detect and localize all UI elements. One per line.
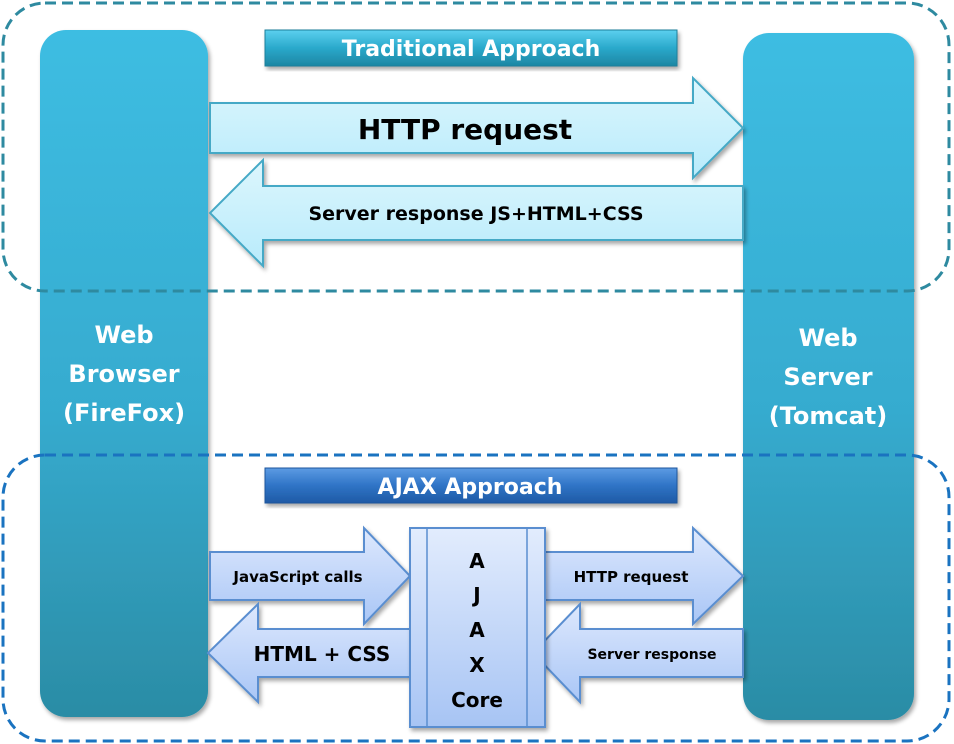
traditional-request-label: HTTP request — [358, 113, 572, 146]
web-server-node: Web Server (Tomcat) — [743, 33, 914, 720]
browser-label-line-3: (FireFox) — [63, 399, 185, 427]
web-browser-node: Web Browser (FireFox) — [40, 30, 208, 717]
ajax-core-word: Core — [451, 688, 503, 712]
ajax-core-letter-x: X — [469, 653, 485, 677]
ajax-core-letter-a1: A — [469, 549, 485, 573]
server-label-line-1: Web — [798, 324, 857, 352]
ajax-core-letter-j: J — [471, 583, 480, 607]
ajax-core-letter-a2: A — [469, 618, 485, 642]
ajax-approach-banner: AJAX Approach — [264, 467, 678, 504]
traditional-response-label: Server response JS+HTML+CSS — [308, 203, 643, 225]
ajax-request-label: HTTP request — [574, 568, 689, 586]
browser-label-line-1: Web — [94, 321, 153, 349]
ajax-core-box: A J A X Core — [409, 527, 546, 728]
diagram-canvas: Web Browser (FireFox) Web Server (Tomcat… — [1, 1, 951, 743]
traditional-server-response-arrow: Server response JS+HTML+CSS — [208, 157, 744, 269]
server-label-line-2: Server — [783, 363, 872, 391]
javascript-calls-label: JavaScript calls — [232, 568, 362, 586]
ajax-server-response-arrow: Server response — [531, 601, 744, 705]
html-css-label: HTML + CSS — [254, 642, 391, 666]
server-label-line-3: (Tomcat) — [769, 402, 888, 430]
ajax-banner-title: AJAX Approach — [378, 475, 563, 500]
traditional-approach-banner: Traditional Approach — [264, 29, 678, 67]
traditional-banner-title: Traditional Approach — [342, 37, 601, 62]
ajax-response-label: Server response — [587, 647, 716, 663]
html-css-arrow: HTML + CSS — [206, 601, 411, 705]
traditional-http-request-arrow: HTTP request — [209, 75, 745, 181]
javascript-calls-arrow: JavaScript calls — [209, 525, 412, 627]
browser-label-line-2: Browser — [68, 360, 179, 388]
